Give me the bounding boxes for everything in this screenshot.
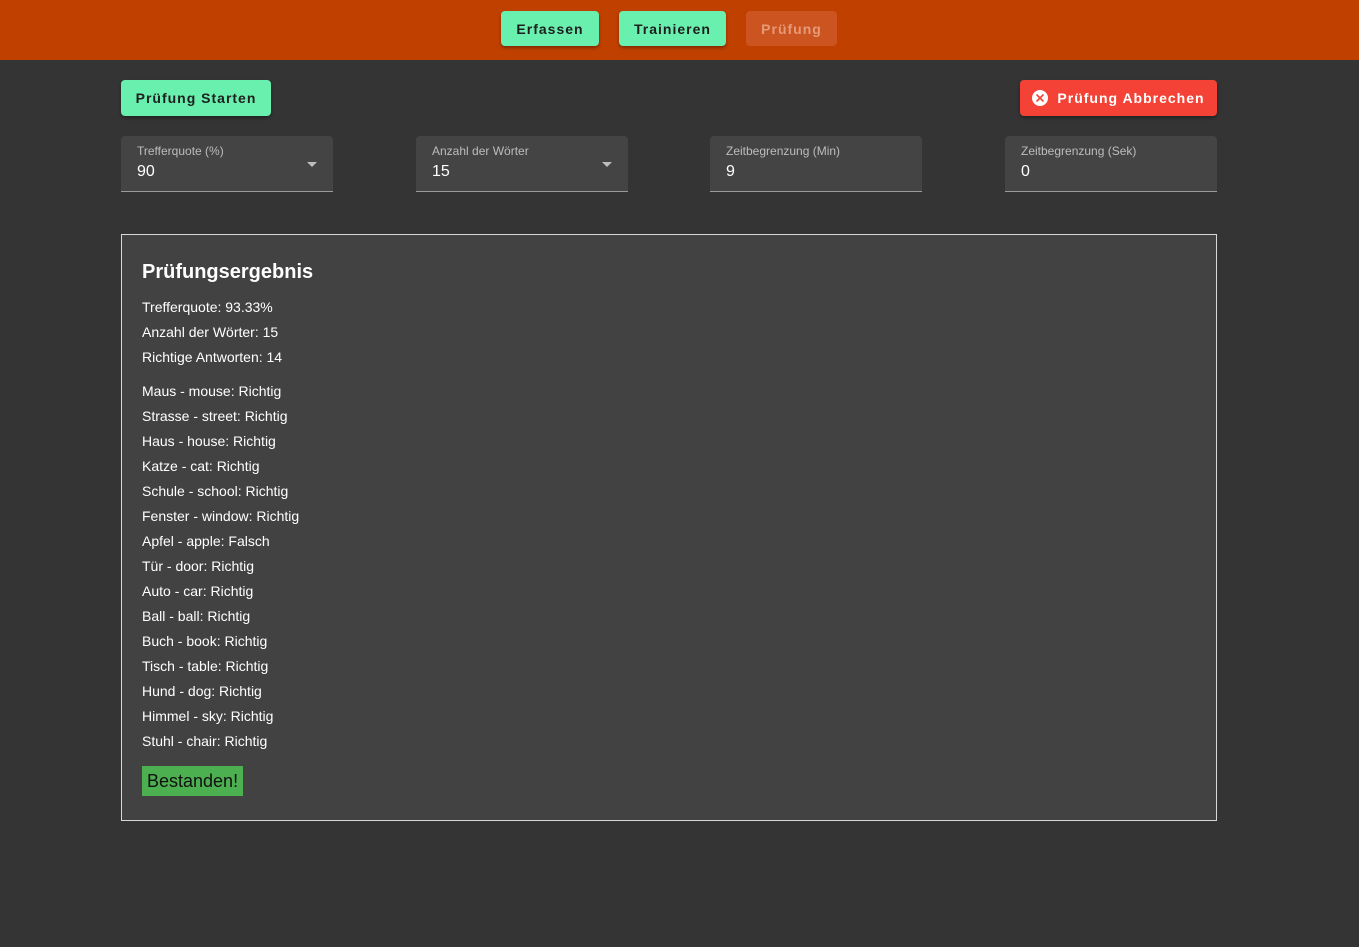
trefferquote-label: Trefferquote (%) xyxy=(137,144,224,158)
abort-exam-label: Prüfung Abbrechen xyxy=(1057,90,1205,106)
word-result-list: Maus - mouse: Richtig Strasse - street: … xyxy=(142,382,299,757)
word-result-item: Tür - door: Richtig xyxy=(142,558,255,574)
passed-status-badge: Bestanden! xyxy=(142,766,244,796)
nav-erfassen-button[interactable]: Erfassen xyxy=(501,11,599,46)
top-nav-bar: Erfassen Trainieren Prüfung xyxy=(0,0,1359,60)
word-result-item: Schule - school: Richtig xyxy=(142,483,289,499)
anzahl-woerter-label: Anzahl der Wörter xyxy=(432,144,529,158)
word-result-item: Maus - mouse: Richtig xyxy=(142,383,282,399)
dropdown-caret-icon xyxy=(307,162,317,167)
result-panel: Prüfungsergebnis Trefferquote: 93.33% An… xyxy=(121,234,1217,821)
close-circle-icon xyxy=(1032,90,1049,106)
word-result-item: Tisch - table: Richtig xyxy=(142,658,269,674)
result-richtige: Richtige Antworten: 14 xyxy=(142,349,283,365)
trefferquote-select[interactable]: Trefferquote (%) 90 xyxy=(121,136,333,192)
nav-pruefung-button[interactable]: Prüfung xyxy=(746,11,837,46)
word-result-item: Himmel - sky: Richtig xyxy=(142,708,274,724)
word-result-item: Fenster - window: Richtig xyxy=(142,508,300,524)
word-result-item: Haus - house: Richtig xyxy=(142,433,276,449)
word-result-item: Katze - cat: Richtig xyxy=(142,458,260,474)
abort-exam-button[interactable]: Prüfung Abbrechen xyxy=(1020,80,1217,116)
zeitbegrenzung-min-label: Zeitbegrenzung (Min) xyxy=(726,144,841,158)
start-exam-button[interactable]: Prüfung Starten xyxy=(121,80,271,116)
result-anzahl: Anzahl der Wörter: 15 xyxy=(142,324,279,340)
zeitbegrenzung-sek-value: 0 xyxy=(1021,163,1030,180)
word-result-item: Apfel - apple: Falsch xyxy=(142,533,270,549)
anzahl-woerter-select[interactable]: Anzahl der Wörter 15 xyxy=(416,136,628,192)
word-result-item: Buch - book: Richtig xyxy=(142,633,268,649)
zeitbegrenzung-min-input[interactable]: Zeitbegrenzung (Min) 9 xyxy=(710,136,922,192)
word-result-item: Auto - car: Richtig xyxy=(142,583,254,599)
zeitbegrenzung-sek-label: Zeitbegrenzung (Sek) xyxy=(1021,144,1137,158)
result-stats: Trefferquote: 93.33% Anzahl der Wörter: … xyxy=(142,298,282,373)
nav-trainieren-button[interactable]: Trainieren xyxy=(619,11,726,46)
word-result-item: Strasse - street: Richtig xyxy=(142,408,288,424)
zeitbegrenzung-min-value: 9 xyxy=(726,163,735,180)
zeitbegrenzung-sek-input[interactable]: Zeitbegrenzung (Sek) 0 xyxy=(1005,136,1217,192)
word-result-item: Ball - ball: Richtig xyxy=(142,608,251,624)
trefferquote-value: 90 xyxy=(137,163,155,180)
word-result-item: Hund - dog: Richtig xyxy=(142,683,262,699)
result-title: Prüfungsergebnis xyxy=(142,261,314,283)
word-result-item: Stuhl - chair: Richtig xyxy=(142,733,268,749)
dropdown-caret-icon xyxy=(602,162,612,167)
result-trefferquote: Trefferquote: 93.33% xyxy=(142,299,273,315)
anzahl-woerter-value: 15 xyxy=(432,163,450,180)
